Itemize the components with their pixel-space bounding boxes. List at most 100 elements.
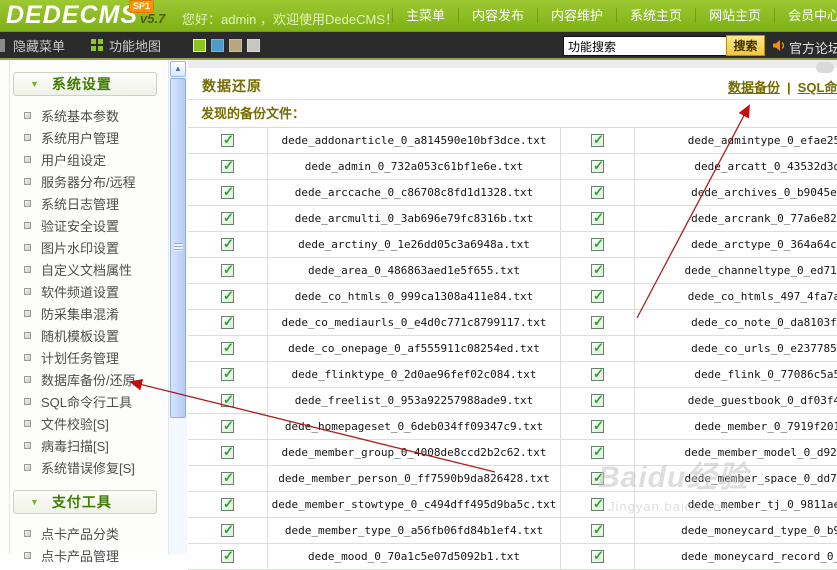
checkbox[interactable] [221, 316, 234, 329]
backup-filename: dede_member_model_0_d92c1cd6b [635, 440, 837, 465]
checkbox[interactable] [591, 134, 604, 147]
sidebar-item-label: 防采集串混淆 [41, 304, 119, 323]
table-row: dede_admin_0_732a053c61bf1e6e.txtdede_ar… [188, 154, 837, 180]
sidebar-sections: ▼系统设置系统基本参数系统用户管理用户组设定服务器分布/远程系统日志管理验证安全… [0, 72, 168, 566]
checkbox-cell [561, 388, 635, 413]
dedecms-admin-page: { "header": { "logo_text": "DEDECMS", "v… [0, 0, 837, 554]
table-row: dede_co_mediaurls_0_e4d0c771c8799117.txt… [188, 310, 837, 336]
top-menu-item[interactable]: 内容维护 [537, 8, 616, 23]
sidebar-item[interactable]: 服务器分布/远程 [0, 170, 168, 192]
sidebar-item[interactable]: 自定义文档属性 [0, 258, 168, 280]
checkbox[interactable] [221, 524, 234, 537]
sidebar-item[interactable]: 随机模板设置 [0, 324, 168, 346]
checkbox[interactable] [221, 290, 234, 303]
sidebar-item[interactable]: 软件频道设置 [0, 280, 168, 302]
sidebar-item-label: 系统日志管理 [41, 194, 119, 213]
sidebar-scrollbar[interactable] [168, 60, 187, 554]
checkbox[interactable] [591, 264, 604, 277]
checkbox[interactable] [591, 342, 604, 355]
top-menu-item[interactable]: 网站主页 [695, 8, 774, 23]
sidebar-item[interactable]: 防采集串混淆 [0, 302, 168, 324]
checkbox[interactable] [591, 316, 604, 329]
checkbox[interactable] [591, 524, 604, 537]
checkbox[interactable] [591, 446, 604, 459]
backup-filename: dede_arctiny_0_1e26dd05c3a6948a.txt [268, 232, 561, 257]
sidebar-item[interactable]: SQL命令行工具 [0, 390, 168, 412]
sidebar-item[interactable]: 系统用户管理 [0, 126, 168, 148]
checkbox[interactable] [221, 160, 234, 173]
checkbox[interactable] [221, 134, 234, 147]
checkbox[interactable] [221, 212, 234, 225]
sidebar-item[interactable]: 图片水印设置 [0, 236, 168, 258]
checkbox[interactable] [221, 394, 234, 407]
panel-icon [0, 39, 5, 52]
bullet-icon [24, 552, 31, 559]
checkbox[interactable] [221, 472, 234, 485]
feature-map-button[interactable]: 功能地图 [109, 36, 161, 55]
sidebar-item[interactable]: 系统日志管理 [0, 192, 168, 214]
sidebar-section-header[interactable]: ▼支付工具 [13, 490, 157, 514]
hide-menu-button[interactable]: 隐藏菜单 [13, 36, 65, 55]
checkbox[interactable] [591, 472, 604, 485]
sidebar-item[interactable]: 系统基本参数 [0, 104, 168, 126]
style-swatch-green[interactable] [193, 39, 206, 52]
search-button[interactable]: 搜索 [726, 35, 765, 56]
sidebar-item[interactable]: 点卡产品分类 [0, 522, 168, 544]
speaker-icon [772, 39, 786, 57]
backup-filename: dede_co_mediaurls_0_e4d0c771c8799117.txt [268, 310, 561, 335]
content-region: ▼系统设置系统基本参数系统用户管理用户组设定服务器分布/远程系统日志管理验证安全… [0, 60, 837, 554]
checkbox[interactable] [221, 264, 234, 277]
sidebar-item[interactable]: 文件校验[S] [0, 412, 168, 434]
checkbox[interactable] [221, 238, 234, 251]
sql-tool-link[interactable]: SQL命令行工具 [798, 80, 837, 95]
sidebar-item[interactable]: 数据库备份/还原 [0, 368, 168, 390]
checkbox[interactable] [221, 498, 234, 511]
data-backup-link[interactable]: 数据备份 [728, 80, 780, 95]
sidebar-item-label: SQL命令行工具 [41, 392, 132, 411]
sp1-badge: SP1 [129, 0, 154, 13]
checkbox[interactable] [221, 420, 234, 433]
top-menu-item[interactable]: 系统主页 [616, 8, 695, 23]
top-menu-item[interactable]: 会员中心 [774, 8, 837, 23]
sidebar-item-label: 用户组设定 [41, 150, 106, 169]
bullet-icon [24, 288, 31, 295]
official-forum-link[interactable]: 官方论坛 [789, 38, 837, 57]
checkbox[interactable] [591, 186, 604, 199]
checkbox[interactable] [591, 212, 604, 225]
backup-filename: dede_homepageset_0_6deb034ff09347c9.txt [268, 414, 561, 439]
sidebar-item[interactable]: 用户组设定 [0, 148, 168, 170]
style-swatch-gray[interactable] [247, 39, 260, 52]
checkbox[interactable] [221, 342, 234, 355]
checkbox[interactable] [591, 394, 604, 407]
sidebar-item[interactable]: 病毒扫描[S] [0, 434, 168, 456]
checkbox[interactable] [591, 420, 604, 433]
sidebar-item[interactable]: 点卡产品管理 [0, 544, 168, 566]
page-title: 数据还原 [202, 76, 262, 96]
checkbox[interactable] [221, 368, 234, 381]
search-input[interactable] [563, 36, 729, 56]
checkbox[interactable] [591, 368, 604, 381]
scrollbar-thumb[interactable] [170, 78, 186, 418]
checkbox[interactable] [591, 160, 604, 173]
top-menu-item[interactable]: 内容发布 [458, 8, 537, 23]
top-menu-item[interactable]: 主菜单 [392, 8, 458, 23]
sidebar-section-header[interactable]: ▼系统设置 [13, 72, 157, 96]
checkbox[interactable] [591, 498, 604, 511]
table-row: dede_arcmulti_0_3ab696e79fc8316b.txtdede… [188, 206, 837, 232]
sidebar-item[interactable]: 系统错误修复[S] [0, 456, 168, 478]
checkbox[interactable] [221, 186, 234, 199]
sidebar-item[interactable]: 计划任务管理 [0, 346, 168, 368]
scrollbar-grip-icon [174, 243, 183, 251]
scrollbar-up-button[interactable] [170, 61, 186, 77]
style-swatch-tan[interactable] [229, 39, 242, 52]
sidebar-item[interactable]: 验证安全设置 [0, 214, 168, 236]
checkbox[interactable] [221, 550, 234, 563]
checkbox-cell [561, 544, 635, 569]
style-swatch-blue[interactable] [211, 39, 224, 52]
checkbox[interactable] [591, 238, 604, 251]
checkbox[interactable] [221, 446, 234, 459]
checkbox[interactable] [591, 290, 604, 303]
table-row: dede_arctiny_0_1e26dd05c3a6948a.txtdede_… [188, 232, 837, 258]
panel-top-strip [188, 60, 837, 68]
checkbox[interactable] [591, 550, 604, 563]
